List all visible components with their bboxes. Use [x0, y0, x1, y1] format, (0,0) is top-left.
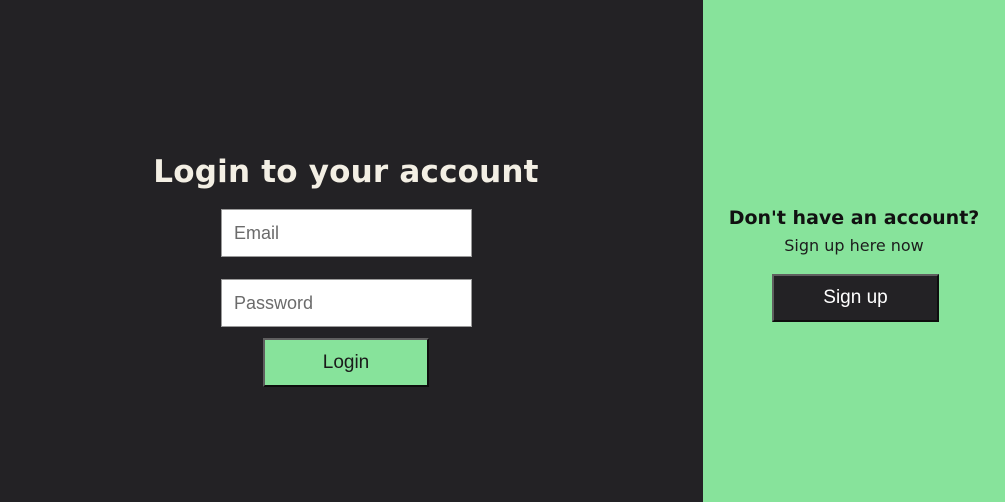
- password-input[interactable]: [221, 279, 472, 327]
- signup-panel: Don't have an account? Sign up here now …: [703, 0, 1005, 502]
- signup-title: Don't have an account?: [728, 207, 980, 229]
- signup-subtitle: Sign up here now: [784, 236, 924, 255]
- login-title: Login to your account: [153, 154, 539, 190]
- login-panel: Login to your account Login: [0, 0, 703, 502]
- signup-button[interactable]: Sign up: [772, 274, 939, 322]
- page: Login to your account Login Don't have a…: [0, 0, 1005, 502]
- email-input[interactable]: [221, 209, 472, 257]
- login-button[interactable]: Login: [263, 338, 429, 387]
